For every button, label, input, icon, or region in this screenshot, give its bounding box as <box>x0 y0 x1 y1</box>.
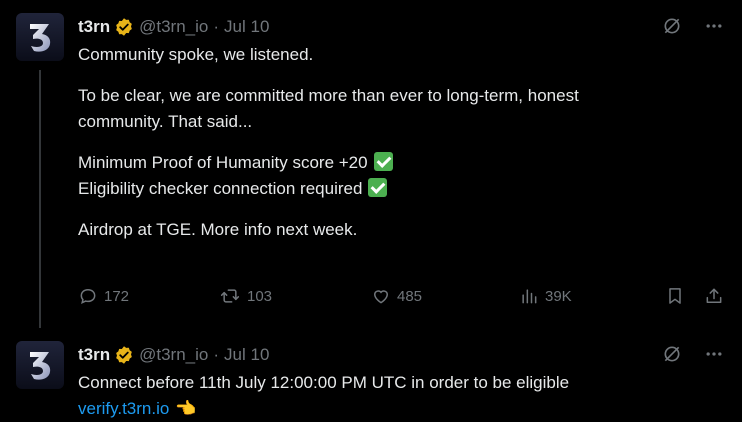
tweet-line: To be clear, we are committed more than … <box>78 86 579 105</box>
tweet-line: Airdrop at TGE. More info next week. <box>78 220 358 239</box>
reply-count: 172 <box>104 287 130 305</box>
repost-button[interactable]: 103 <box>219 283 272 309</box>
tweet[interactable]: t3rn @t3rn_io · Jul 10 Connect before 11… <box>0 328 742 418</box>
reply-icon <box>80 288 96 304</box>
tweet-date[interactable]: Jul 10 <box>224 345 269 365</box>
like-icon <box>373 290 389 304</box>
author-name[interactable]: t3rn <box>78 17 110 37</box>
views-button[interactable]: 39K <box>519 283 572 309</box>
more-icon[interactable] <box>702 14 726 38</box>
t3rn-logo-icon <box>30 352 51 380</box>
views-icon <box>522 289 537 304</box>
more-icon[interactable] <box>702 342 726 366</box>
tweet-header: t3rn @t3rn_io · Jul 10 <box>78 16 269 38</box>
share-icon <box>706 288 722 303</box>
tweet-date[interactable]: Jul 10 <box>224 17 269 37</box>
pointing-left-emoji-icon: 👈 <box>175 399 197 418</box>
check-emoji-icon <box>373 152 393 171</box>
bookmark-icon <box>669 288 681 304</box>
grok-icon[interactable] <box>660 14 684 38</box>
tweet[interactable]: t3rn @t3rn_io · Jul 10 Community spoke, … <box>0 0 742 328</box>
tweet-top-actions <box>660 342 726 366</box>
verified-badge-icon <box>116 346 132 364</box>
avatar[interactable] <box>16 341 64 389</box>
author-handle[interactable]: @t3rn_io <box>139 345 208 365</box>
grok-icon[interactable] <box>660 342 684 366</box>
tweet-line: verify.t3rn.io 👈 <box>78 396 718 422</box>
author-name[interactable]: t3rn <box>78 345 110 365</box>
tweet-line: Eligibility checker connection required <box>78 176 718 202</box>
tweet-line: community. That said... <box>78 112 253 131</box>
view-count: 39K <box>545 287 572 305</box>
like-count: 485 <box>397 287 423 305</box>
repost-count: 103 <box>247 287 273 305</box>
tweet-header: t3rn @t3rn_io · Jul 10 <box>78 344 269 366</box>
separator-dot: · <box>213 345 220 364</box>
share-button[interactable] <box>704 283 730 309</box>
like-button[interactable]: 485 <box>371 283 422 309</box>
author-handle[interactable]: @t3rn_io <box>139 17 208 37</box>
t3rn-logo-icon <box>30 24 51 52</box>
tweet-line: Connect before 11th July 12:00:00 PM UTC… <box>78 373 570 392</box>
check-emoji-icon <box>368 178 388 197</box>
tweet-line: Community spoke, we listened. <box>78 45 314 64</box>
tweet-top-actions <box>660 14 726 38</box>
tweet-text: Community spoke, we listened. To be clea… <box>78 42 718 243</box>
tweet-actions: 172 103 485 39K <box>78 283 728 309</box>
thread-connector <box>39 70 41 328</box>
reply-button[interactable]: 172 <box>78 283 129 309</box>
verify-link[interactable]: verify.t3rn.io <box>78 399 169 418</box>
bookmark-button[interactable] <box>665 283 691 309</box>
separator-dot: · <box>213 17 220 36</box>
verified-badge-icon <box>116 18 132 36</box>
tweet-line: Minimum Proof of Humanity score +20 <box>78 150 718 176</box>
repost-icon <box>220 289 240 303</box>
tweet-text: Connect before 11th July 12:00:00 PM UTC… <box>78 370 718 422</box>
avatar[interactable] <box>16 13 64 61</box>
